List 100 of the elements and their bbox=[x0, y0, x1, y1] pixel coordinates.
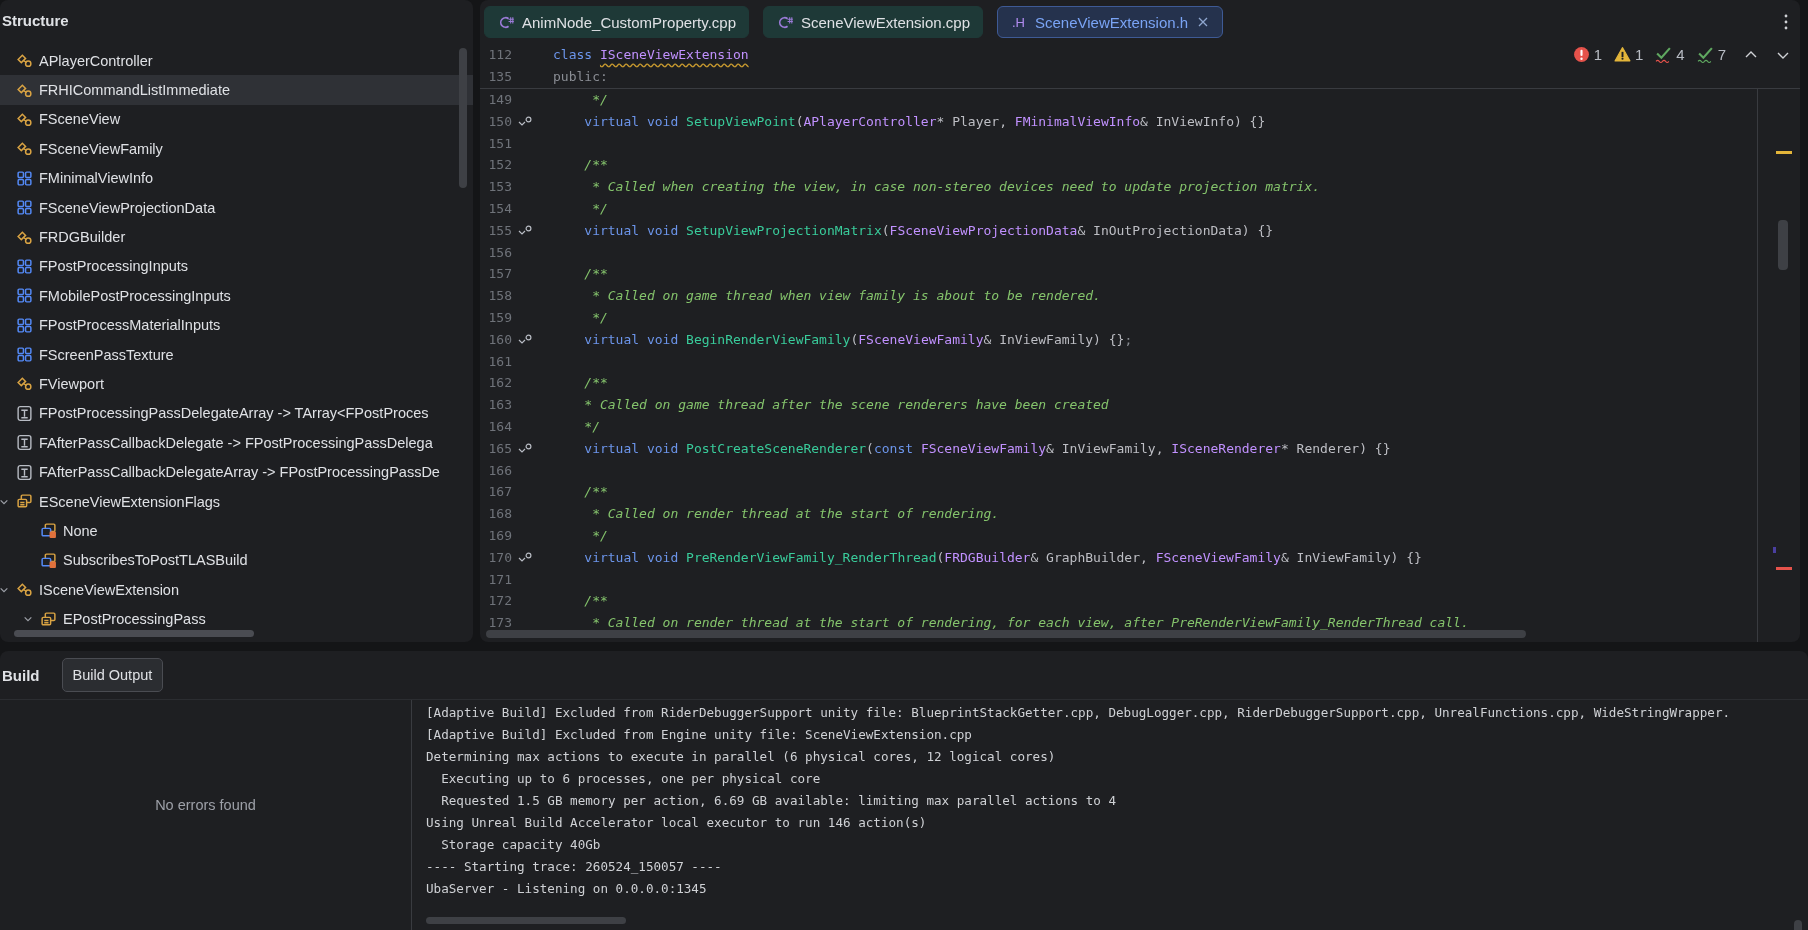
tree-item[interactable]: FAfterPassCallbackDelegateArray -> FPostProcessingPassDe bbox=[0, 457, 473, 487]
check-icon bbox=[1696, 46, 1714, 64]
tree-item[interactable]: FSceneViewFamily bbox=[0, 134, 473, 164]
line-number: 158 bbox=[487, 288, 512, 304]
line-number: 171 bbox=[487, 571, 512, 587]
tree-item[interactable]: FRHICommandListImmediate bbox=[0, 75, 473, 105]
file-tab[interactable]: .H SceneViewExtension.h bbox=[997, 6, 1224, 38]
code-line: /** bbox=[583, 266, 608, 282]
scrollbar-thumb[interactable] bbox=[1778, 219, 1788, 270]
file-tab[interactable]: AnimNode_CustomProperty.cpp bbox=[484, 6, 749, 38]
code-line: public: bbox=[553, 69, 608, 85]
code-line: * Called on render thread at the start of rendering. bbox=[591, 506, 1000, 522]
inspection-counter[interactable]: 1 bbox=[1572, 46, 1602, 64]
code-line: */ bbox=[583, 418, 600, 434]
line-number: 173 bbox=[487, 615, 512, 631]
code-line: */ bbox=[591, 200, 608, 216]
tree-item[interactable]: FPostProcessMaterialInputs bbox=[0, 310, 473, 340]
inspection-counter[interactable]: 4 bbox=[1655, 46, 1685, 64]
status-text: No errors found bbox=[155, 797, 256, 813]
line-number: 157 bbox=[487, 266, 512, 282]
line-number: 112 bbox=[487, 47, 512, 63]
line-number: 154 bbox=[487, 200, 512, 216]
line-number: 156 bbox=[487, 244, 512, 260]
class-icon bbox=[16, 81, 33, 99]
error-icon bbox=[1572, 46, 1590, 64]
line-number: 172 bbox=[487, 593, 512, 609]
build-output-tab[interactable]: Build Output bbox=[61, 658, 164, 692]
code-line: virtual void SetupViewProjectionMatrix(FSceneViewProjectionData& InOutProjectionData) {} bbox=[583, 222, 1274, 238]
tree-item[interactable]: ESceneViewExtensionFlags bbox=[0, 486, 473, 517]
implements-marker-icon[interactable] bbox=[518, 551, 532, 563]
line-number: 152 bbox=[487, 157, 512, 173]
tree-item[interactable]: None bbox=[0, 516, 473, 546]
code-line: /** bbox=[583, 593, 608, 609]
implements-marker-icon[interactable] bbox=[518, 333, 532, 345]
tree-item[interactable]: EPostProcessingPass bbox=[0, 604, 473, 634]
tree-item[interactable]: FMobilePostProcessingInputs bbox=[0, 281, 473, 311]
log-line: Determining max actions to execute in parallel (6 physical cores, 12 logical cores) bbox=[426, 748, 1057, 766]
scrollbar-thumb[interactable] bbox=[14, 630, 254, 637]
class-icon bbox=[16, 228, 33, 246]
log-line: [Adaptive Build] Excluded from Engine unity file: SceneViewExtension.cpp bbox=[426, 726, 973, 744]
code-line: * Called on render thread at the start of rendering, for each view, after PreRenderViewFamily_RenderThread call. bbox=[591, 615, 1469, 631]
class-icon bbox=[16, 581, 33, 599]
code-line: */ bbox=[591, 92, 608, 107]
code-line: virtual void SetupViewPoint(APlayerController* Player, FMinimalViewInfo& InViewInfo) {} bbox=[583, 113, 1266, 129]
tree-item[interactable]: FPostProcessingPassDelegateArray -> TArray<FPostProces bbox=[0, 398, 473, 429]
error-stripe-mark[interactable] bbox=[1776, 566, 1792, 570]
tree-item[interactable]: FViewport bbox=[0, 369, 473, 399]
log-line: ---- Starting trace: 260524_150057 ---- bbox=[426, 858, 723, 876]
tree-item[interactable]: ISceneViewExtension bbox=[0, 575, 473, 605]
enum-member-icon bbox=[40, 522, 57, 540]
typedef-icon bbox=[16, 404, 33, 422]
struct-icon bbox=[16, 287, 33, 305]
scrollbar-thumb[interactable] bbox=[486, 630, 1526, 638]
log-line: UbaServer - Listening on 0.0.0.0:1345 bbox=[426, 880, 708, 898]
tree-item[interactable]: FScreenPassTexture bbox=[0, 339, 473, 370]
line-number: 151 bbox=[487, 135, 512, 151]
implements-marker-icon[interactable] bbox=[518, 442, 532, 454]
file-tab[interactable]: SceneViewExtension.cpp bbox=[763, 6, 983, 38]
code-line: */ bbox=[591, 527, 608, 543]
line-number: 163 bbox=[487, 397, 512, 413]
tree-item[interactable]: FMinimalViewInfo bbox=[0, 163, 473, 193]
log-line: Using Unreal Build Accelerator local executor to run 146 action(s) bbox=[426, 814, 928, 832]
line-number: 162 bbox=[487, 375, 512, 391]
line-number: 153 bbox=[487, 179, 512, 195]
check-icon bbox=[1655, 46, 1673, 64]
code-line: /** bbox=[583, 375, 608, 391]
warning-stripe-mark[interactable] bbox=[1776, 150, 1792, 154]
tree-item[interactable]: FSceneView bbox=[0, 104, 473, 135]
warning-icon bbox=[1613, 46, 1631, 64]
typedef-icon bbox=[16, 463, 33, 481]
inspection-counter[interactable]: 7 bbox=[1696, 46, 1726, 64]
line-number: 149 bbox=[487, 92, 512, 107]
tree-item[interactable]: FPostProcessingInputs bbox=[0, 251, 473, 282]
line-number: 168 bbox=[487, 506, 512, 522]
code-line: * Called on game thread after the scene renderers have been created bbox=[583, 397, 1109, 413]
log-line: Executing up to 6 processes, one per physical core bbox=[440, 770, 822, 788]
scrollbar-thumb[interactable] bbox=[459, 48, 467, 188]
tree-item[interactable]: APlayerController bbox=[0, 46, 473, 76]
struct-icon bbox=[16, 316, 33, 334]
line-number: 160 bbox=[487, 331, 512, 347]
scrollbar-thumb[interactable] bbox=[426, 917, 626, 924]
file-type-label: .H bbox=[1012, 14, 1025, 30]
tree-item[interactable]: SubscribesToPostTLASBuild bbox=[0, 545, 473, 576]
line-number: 169 bbox=[487, 527, 512, 543]
line-number: 159 bbox=[487, 309, 512, 325]
typedef-icon bbox=[16, 434, 33, 452]
more-icon[interactable] bbox=[1784, 14, 1788, 30]
tree-item[interactable]: FAfterPassCallbackDelegate -> FPostProcessingPassDelega bbox=[0, 428, 473, 458]
line-number: 150 bbox=[487, 113, 512, 129]
code-line: virtual void PreRenderViewFamily_RenderThread(FRDGBuilder& GraphBuilder, FSceneViewFamily& InViewFamily) {} bbox=[583, 549, 1422, 565]
code-line: virtual void PostCreateSceneRenderer(const FSceneViewFamily& InViewFamily, ISceneRenderer* Renderer) {} bbox=[583, 440, 1391, 456]
struct-icon bbox=[16, 257, 33, 275]
inspection-counter[interactable]: 1 bbox=[1613, 46, 1644, 64]
code-line: * Called on game thread when view family is about to be rendered. bbox=[591, 288, 1101, 304]
tree-item[interactable]: FRDGBuilder bbox=[0, 222, 473, 252]
implements-marker-icon[interactable] bbox=[518, 224, 532, 236]
code-line: class ISceneViewExtension bbox=[553, 47, 749, 63]
line-number: 164 bbox=[487, 418, 512, 434]
implements-marker-icon[interactable] bbox=[518, 115, 532, 127]
tree-item[interactable]: FSceneViewProjectionData bbox=[0, 192, 473, 223]
